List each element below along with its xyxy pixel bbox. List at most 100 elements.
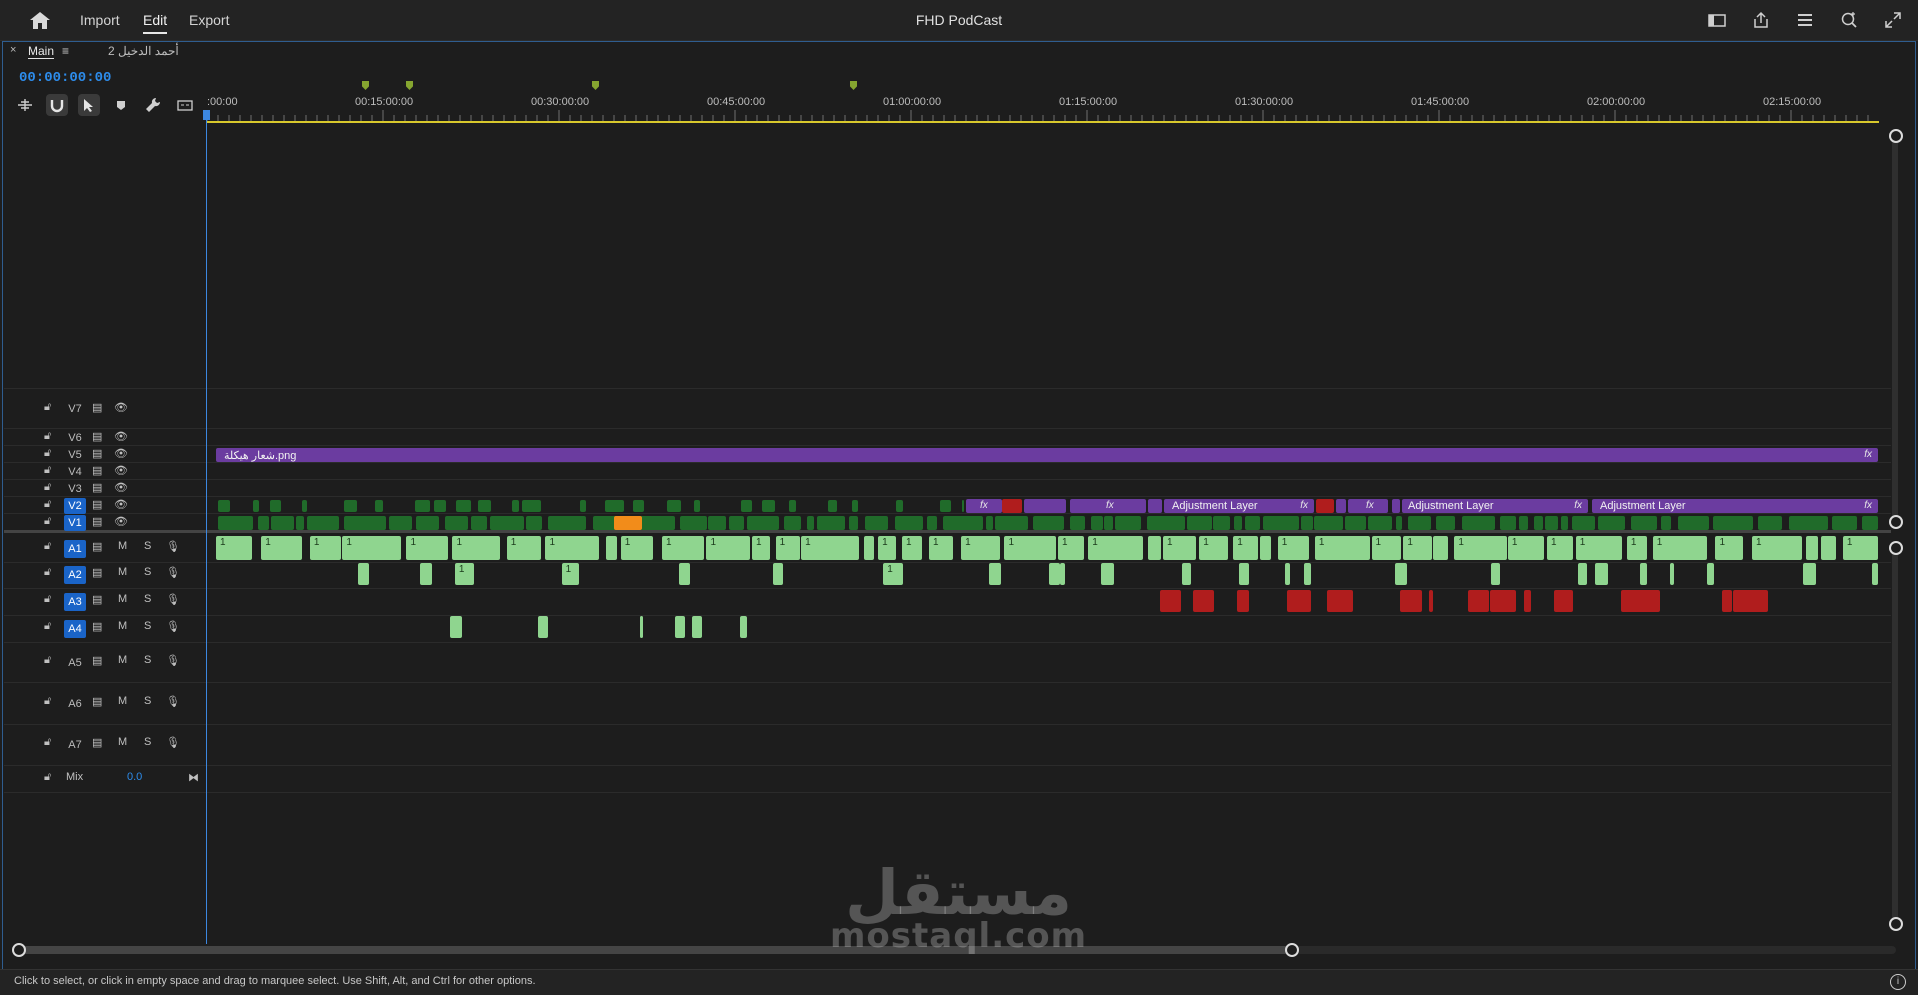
clip-video[interactable] <box>525 516 543 530</box>
clip-audio[interactable]: 1 <box>1652 536 1707 560</box>
sync-lock-icon[interactable]: ▤ <box>92 654 102 667</box>
clip-audio-red[interactable] <box>1327 590 1353 612</box>
zoom-icon[interactable] <box>1838 10 1860 30</box>
add-marker-icon[interactable] <box>110 94 132 116</box>
clip-audio[interactable]: 1 <box>1454 536 1507 560</box>
clip-video[interactable] <box>343 516 387 530</box>
clip-audio[interactable]: 1 <box>1199 536 1229 560</box>
clip-video[interactable] <box>1147 516 1186 530</box>
clip-video[interactable] <box>1831 516 1857 530</box>
track-name-v4[interactable]: V4 <box>64 464 86 480</box>
sync-lock-icon[interactable]: ▤ <box>92 515 102 528</box>
clip-video[interactable] <box>1213 516 1230 530</box>
clip-video[interactable] <box>444 516 468 530</box>
clip-audio[interactable] <box>989 563 1002 585</box>
clip-adjustment-layer[interactable]: Adjustment Layer fx <box>1402 499 1588 513</box>
clip-video[interactable] <box>307 516 340 530</box>
clip-video[interactable] <box>389 516 412 530</box>
clip-video[interactable] <box>740 500 752 512</box>
clip-video[interactable] <box>580 500 587 512</box>
clip-audio[interactable]: 1 <box>1575 536 1622 560</box>
clip-audio[interactable]: 1 <box>1004 536 1056 560</box>
clip-audio[interactable] <box>1303 563 1312 585</box>
clip-selected-orange[interactable] <box>614 516 642 530</box>
mute-button[interactable]: M <box>118 540 127 552</box>
sync-lock-icon[interactable]: ▤ <box>92 430 102 443</box>
clip-video[interactable] <box>707 516 727 530</box>
eye-icon[interactable]: 👁︎ <box>114 430 128 443</box>
clip-audio[interactable] <box>1049 563 1060 585</box>
clip-video[interactable] <box>1233 516 1242 530</box>
scroll-handle[interactable] <box>1889 129 1903 143</box>
clip-video[interactable] <box>253 500 260 512</box>
clip-audio[interactable]: 1 <box>1314 536 1370 560</box>
clip-video[interactable] <box>1712 516 1754 530</box>
clip-video[interactable] <box>848 516 858 530</box>
clip-video[interactable] <box>1262 516 1299 530</box>
clip-video[interactable] <box>895 500 904 512</box>
clip-video[interactable] <box>271 516 295 530</box>
clip-audio[interactable] <box>675 616 686 638</box>
playhead-line[interactable] <box>206 110 207 944</box>
sync-lock-icon[interactable]: ▤ <box>92 620 102 633</box>
clip-video[interactable] <box>1660 516 1672 530</box>
track-name-a4[interactable]: A4 <box>64 620 86 638</box>
clip-adjustment[interactable]: fx <box>1070 499 1146 513</box>
clip-video[interactable] <box>816 516 845 530</box>
clip-audio-red[interactable] <box>1468 590 1489 612</box>
clip-video[interactable] <box>295 516 304 530</box>
lock-icon[interactable]: 🔓︎ <box>44 695 51 708</box>
clip-video[interactable] <box>679 516 707 530</box>
clip-audio[interactable]: 1 <box>1277 536 1310 560</box>
clip-video[interactable] <box>1345 516 1367 530</box>
list-icon[interactable] <box>1794 10 1816 30</box>
lock-icon[interactable]: 🔓︎ <box>44 620 51 633</box>
clip-video[interactable] <box>1499 516 1516 530</box>
scroll-handle[interactable] <box>1889 917 1903 931</box>
clip-video[interactable] <box>746 516 779 530</box>
clip-audio[interactable]: 1 <box>706 536 750 560</box>
microphone-icon[interactable]: 🎙︎ <box>166 736 180 749</box>
clip-audio[interactable]: 1 <box>1715 536 1744 560</box>
clip-audio-red[interactable] <box>1236 590 1250 612</box>
info-icon[interactable]: i <box>1890 974 1906 990</box>
clip-audio[interactable]: 1 <box>406 536 449 560</box>
clip-audio[interactable] <box>450 616 463 638</box>
solo-button[interactable]: S <box>144 540 151 552</box>
sync-lock-icon[interactable]: ▤ <box>92 447 102 460</box>
lock-icon[interactable]: 🔓︎ <box>44 771 51 784</box>
clip-red[interactable] <box>1316 499 1334 513</box>
clip-adjustment[interactable] <box>1024 499 1066 513</box>
microphone-icon[interactable]: 🎙︎ <box>166 620 180 633</box>
lock-icon[interactable]: 🔓︎ <box>44 430 51 443</box>
clip-audio-red[interactable] <box>1286 590 1312 612</box>
clip-audio[interactable] <box>1871 563 1878 585</box>
lock-icon[interactable]: 🔓︎ <box>44 566 51 579</box>
sync-lock-icon[interactable]: ▤ <box>92 566 102 579</box>
clip-audio[interactable]: 1 <box>1842 536 1878 560</box>
solo-button[interactable]: S <box>144 736 151 748</box>
clip-video[interactable] <box>632 500 644 512</box>
track-name-a6[interactable]: A6 <box>64 695 86 713</box>
clip-video[interactable] <box>1300 516 1313 530</box>
clip-audio-red[interactable] <box>1553 590 1574 612</box>
mix-meter-icon[interactable]: ⧓ <box>188 771 199 784</box>
insert-sequence-icon[interactable] <box>14 94 36 116</box>
captions-icon[interactable] <box>174 94 196 116</box>
clip-audio[interactable] <box>1181 563 1191 585</box>
clip-video[interactable] <box>218 516 253 530</box>
clip-video[interactable] <box>343 500 358 512</box>
clip-audio[interactable]: 1 <box>878 536 896 560</box>
video-vertical-scrollbar[interactable] <box>1892 136 1898 520</box>
clip-audio[interactable] <box>864 536 875 560</box>
tab-ahmed-aldakhil-2[interactable]: أحمد الدخيل 2 <box>108 44 179 58</box>
clip-video[interactable] <box>1395 516 1402 530</box>
clip-audio[interactable]: 1 <box>661 536 705 560</box>
lock-icon[interactable]: 🔓︎ <box>44 736 51 749</box>
eye-icon[interactable]: 👁︎ <box>114 481 128 494</box>
clip-audio[interactable] <box>1821 536 1837 560</box>
clip-audio[interactable] <box>606 536 617 560</box>
clip-audio[interactable] <box>692 616 703 638</box>
lock-icon[interactable]: 🔓︎ <box>44 498 51 511</box>
clip-audio-red[interactable] <box>1524 590 1532 612</box>
